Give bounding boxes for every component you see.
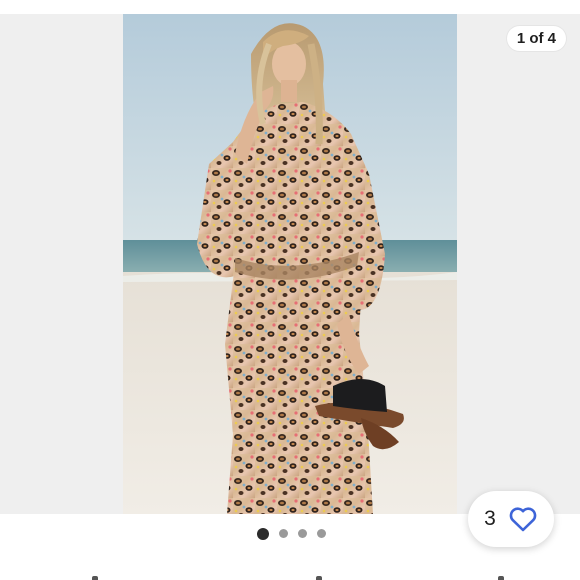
photo-gallery[interactable]: 1 of 4 (0, 14, 580, 514)
like-count: 3 (484, 507, 496, 530)
truncated-text-row (0, 574, 580, 580)
image-counter: 1 of 4 (506, 26, 566, 51)
listing-photo[interactable] (123, 14, 457, 514)
pagination-dot-2[interactable] (279, 529, 288, 538)
pagination-dot-3[interactable] (298, 529, 307, 538)
listing-screen: 1 of 4 3 (0, 0, 580, 580)
pagination-dot-4[interactable] (317, 529, 326, 538)
heart-outline-icon (508, 506, 538, 532)
like-button[interactable]: 3 (468, 491, 554, 547)
pagination-dot-1[interactable] (257, 527, 269, 540)
